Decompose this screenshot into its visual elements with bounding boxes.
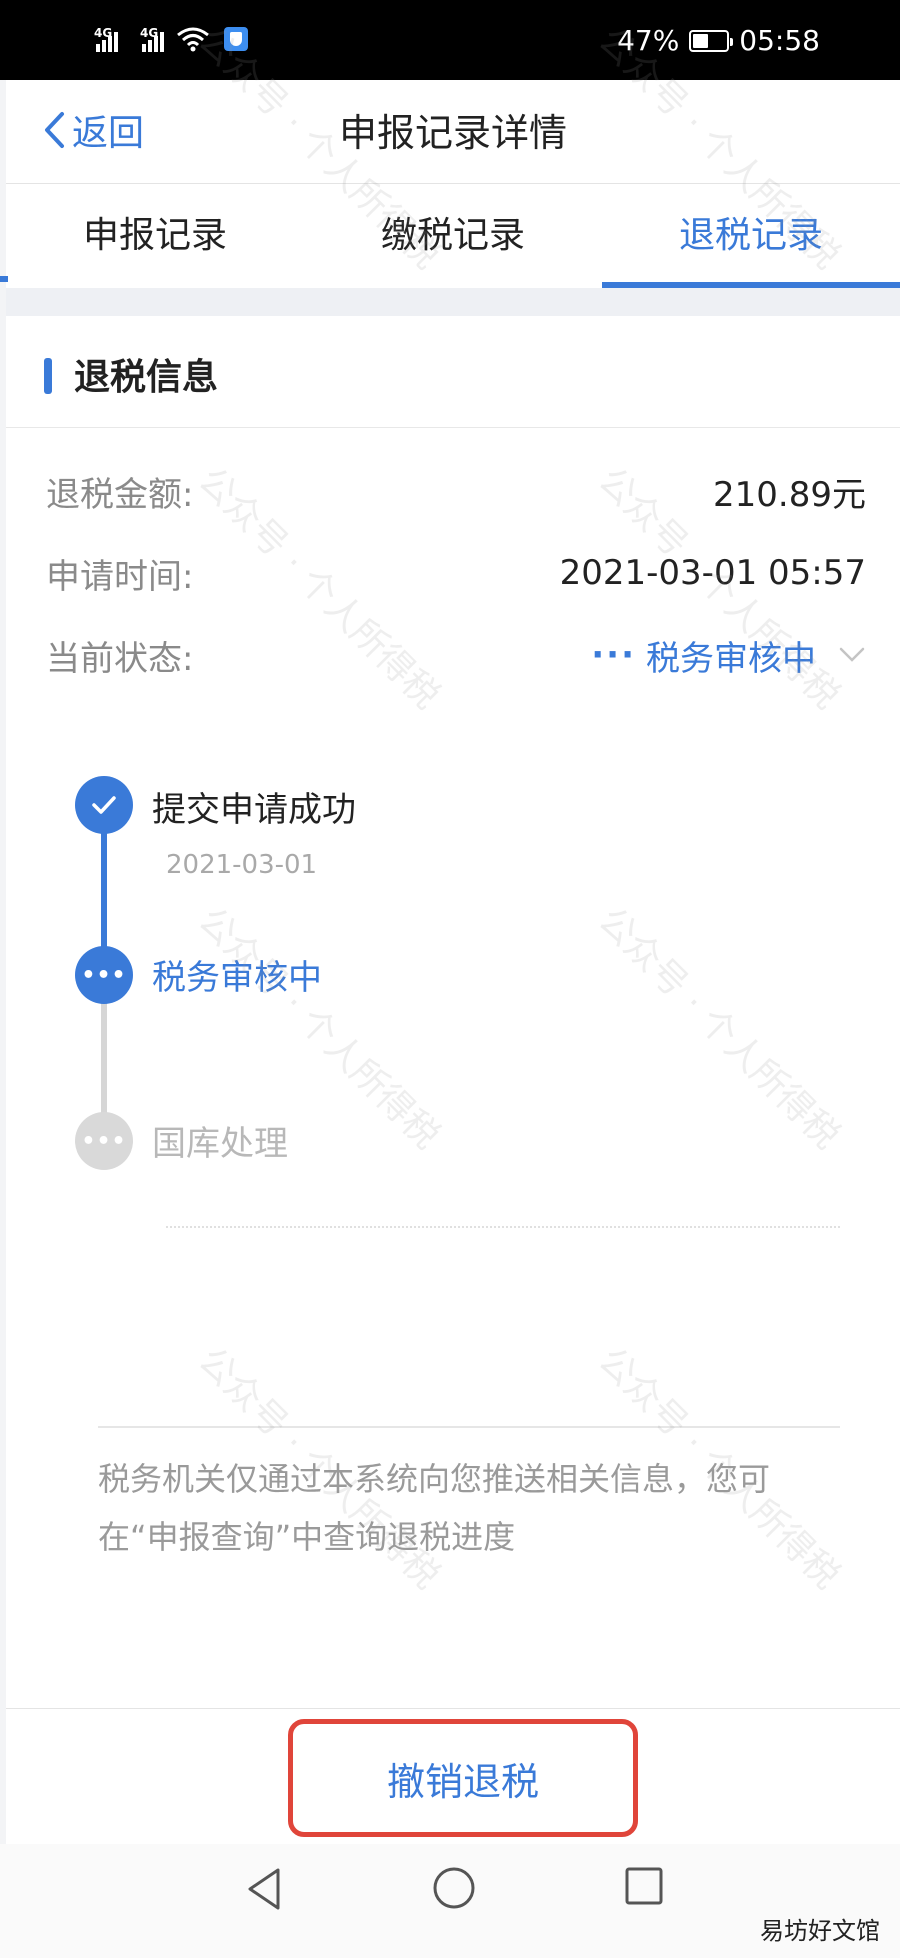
nav-home-icon[interactable] [432,1866,476,1910]
apply-time-label: 申请时间: [46,556,194,597]
cell-signal-icon: 4G [94,26,118,52]
timeline-step-submitted: 提交申请成功 [152,790,356,830]
status-icons-right: 47% 05:58 [617,24,820,57]
current-status-row[interactable]: 当前状态: ··· 税务审核中 [46,630,866,680]
tab-edge-indicator [0,276,8,282]
section-title: 退税信息 [74,357,219,398]
status-dots-icon: ··· [591,635,636,675]
timeline-step-review: 税务审核中 [152,958,322,998]
timeline-step-treasury: 国库处理 [152,1124,288,1164]
timeline-step-submitted-date: 2021-03-01 [166,850,318,880]
security-shield-icon [224,27,248,51]
tab-refund-records[interactable]: 退税记录 [602,184,900,288]
bottom-action-bar: 撤销退税 [6,1708,900,1844]
wifi-icon [176,26,210,52]
apply-time-value: 2021-03-01 05:57 [559,553,866,593]
nav-header: 返回 申报记录详情 [6,80,900,184]
notice-divider [98,1426,840,1428]
system-nav-bar: 易坊好文馆 [0,1844,900,1958]
section-accent-bar [44,358,52,394]
battery-icon [689,29,734,52]
network-type-label: 4G [94,26,113,40]
refund-amount-row: 退税金额: 210.89元 [46,466,866,516]
status-bar: 4G 4G 47% 05:58 [0,0,900,80]
nav-recents-icon[interactable] [624,1866,664,1906]
refund-amount-value: 210.89元 [713,474,866,515]
check-icon [75,776,133,834]
in-progress-dots-icon: ••• [75,946,133,1004]
status-icons-left: 4G 4G [94,26,248,52]
refund-amount-label: 退税金额: [46,474,194,515]
credit-watermark: 易坊好文馆 [760,1917,880,1945]
pending-dots-icon: ••• [75,1112,133,1170]
cell-signal-icon-2: 4G [140,26,164,52]
page-title: 申报记录详情 [338,111,567,155]
battery-percent: 47% [617,24,680,57]
record-tabs: 申报记录 缴税记录 退税记录 [6,184,900,288]
notice-text: 税务机关仅通过本系统向您推送相关信息，您可在“申报查询”中查询退税进度 [98,1460,771,1556]
clock: 05:58 [739,24,820,57]
section-header: 退税信息 [6,316,900,428]
tab-payment-records[interactable]: 缴税记录 [304,184,602,288]
chevron-down-icon [839,647,865,662]
dotted-divider [166,1226,840,1228]
network-type-label-2: 4G [140,26,159,40]
apply-time-row: 申请时间: 2021-03-01 05:57 [46,548,866,598]
cancel-refund-button[interactable]: 撤销退税 [288,1719,638,1837]
current-status-label: 当前状态: [46,638,194,679]
tab-declaration-records[interactable]: 申报记录 [6,184,304,288]
status-text: 税务审核中 [646,638,816,679]
nav-back-icon[interactable] [244,1866,284,1912]
current-status-value[interactable]: ··· 税务审核中 [591,631,866,680]
section-gap [6,288,900,316]
refund-info-card: 退税信息 退税金额: 210.89元 申请时间: 2021-03-01 05:5… [6,316,900,1708]
